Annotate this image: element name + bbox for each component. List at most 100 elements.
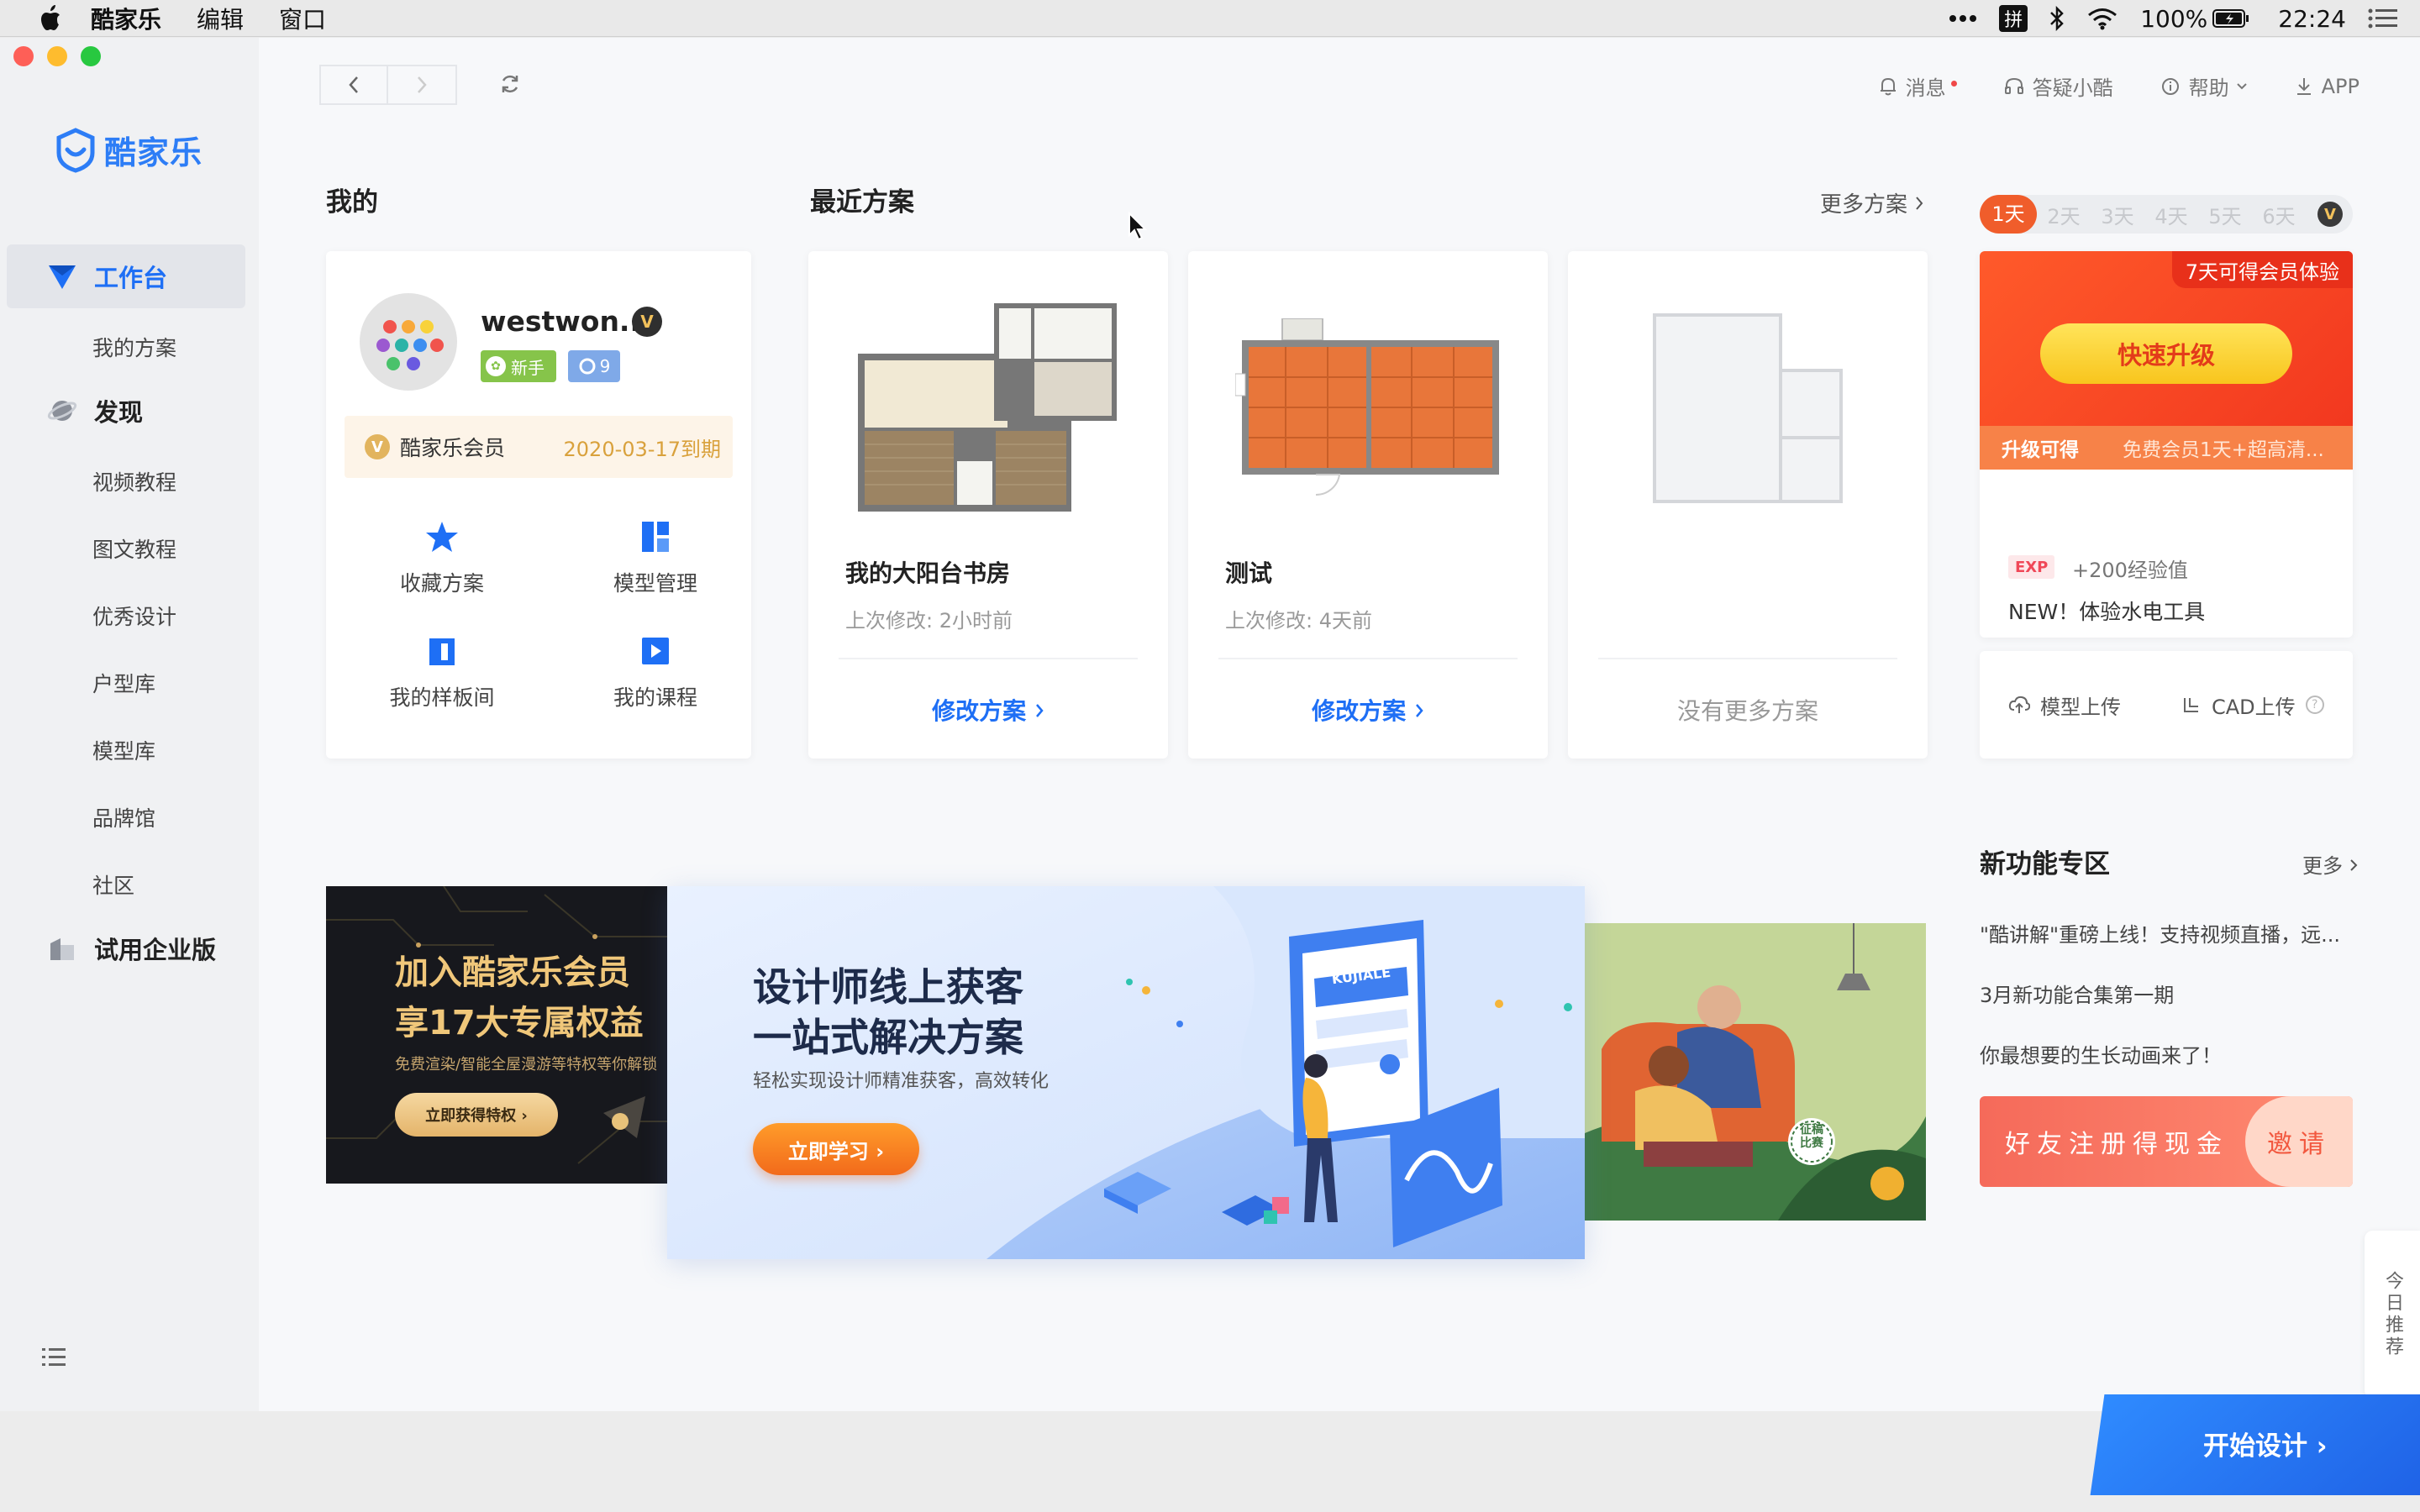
app-logo[interactable]: 酷家乐 bbox=[55, 127, 203, 173]
model-upload-button[interactable]: 模型上传 bbox=[2008, 690, 2121, 720]
newbie-label: 新手 bbox=[511, 357, 544, 378]
bottom-bar bbox=[0, 1411, 2420, 1512]
empty-plan-card: 没有更多方案 bbox=[1568, 251, 1928, 759]
avatar[interactable] bbox=[360, 293, 457, 391]
new-tool-link[interactable]: NEW！体验水电工具 bbox=[2008, 596, 2205, 626]
sidebar-item-workbench[interactable]: 工作台 bbox=[7, 244, 245, 308]
day-1[interactable]: 1天 bbox=[1980, 195, 2037, 234]
play-icon bbox=[642, 638, 669, 664]
quick-label: 我的课程 bbox=[613, 685, 697, 710]
kujiale-logo-icon bbox=[56, 127, 95, 173]
membership-bar[interactable]: V 酷家乐会员 2020-03-17到期 bbox=[345, 416, 733, 478]
minimize-window-button[interactable] bbox=[47, 46, 67, 66]
todays-picks-tab[interactable]: 今日推荐 bbox=[2365, 1231, 2420, 1399]
help-question-icon[interactable]: ? bbox=[2305, 696, 2324, 714]
sidebar-item-my-plans[interactable]: 我的方案 bbox=[92, 332, 176, 362]
menu-bar: 酷家乐 编辑 窗口 拼 100% 22:24 bbox=[0, 0, 2420, 37]
wifi-icon[interactable] bbox=[2086, 7, 2118, 30]
close-window-button[interactable] bbox=[13, 46, 34, 66]
notification-center-icon[interactable] bbox=[2368, 8, 2398, 29]
model-management-button[interactable]: 模型管理 bbox=[571, 518, 739, 597]
sidebar-item-label: 试用企业版 bbox=[94, 936, 217, 964]
edit-plan-button[interactable]: 修改方案 bbox=[808, 693, 1168, 727]
sidebar-item-model-library[interactable]: 模型库 bbox=[92, 735, 155, 765]
plan-modified-time: 上次修改: 4天前 bbox=[1225, 609, 1372, 633]
promo-benefits-strip: 升级可得 免费会员1天+超高清... bbox=[1980, 426, 2353, 470]
logo-text: 酷家乐 bbox=[104, 134, 203, 171]
sidebar-item-featured-designs[interactable]: 优秀设计 bbox=[92, 601, 176, 631]
username[interactable]: westwon... bbox=[481, 305, 651, 338]
designer-leads-banner[interactable]: KUJIALE 设计师线上获客 一站式解决方案 轻松实现设计师精准获客，高效转化… bbox=[667, 886, 1585, 1259]
feature-item[interactable]: 3月新功能合集第一期 bbox=[1980, 979, 2174, 1008]
invite-button[interactable]: 邀请 bbox=[2245, 1096, 2353, 1187]
cad-upload-button[interactable]: CAD上传 ? bbox=[2181, 690, 2324, 720]
more-dots-icon[interactable] bbox=[1949, 14, 1977, 23]
messages-button[interactable]: 消息 bbox=[1879, 71, 1957, 101]
plan-modified-time: 上次修改: 2小时前 bbox=[845, 609, 1013, 633]
edit-plan-button[interactable]: 修改方案 bbox=[1188, 693, 1548, 727]
history-nav bbox=[319, 65, 457, 105]
day-6[interactable]: 6天 bbox=[2252, 200, 2306, 229]
planet-icon bbox=[47, 401, 77, 421]
menu-edit[interactable]: 编辑 bbox=[197, 2, 244, 35]
chevron-right-icon bbox=[1415, 704, 1423, 717]
plan-card[interactable]: 测试 上次修改: 4天前 修改方案 bbox=[1188, 251, 1548, 759]
sidebar-item-floorplan-library[interactable]: 户型库 bbox=[92, 668, 155, 698]
new-features-more-link[interactable]: 更多 bbox=[2302, 849, 2358, 879]
benefit-text: 免费会员1天+超高清... bbox=[2123, 439, 2324, 461]
help-dropdown[interactable]: 帮助 bbox=[2160, 71, 2248, 101]
quick-upgrade-button[interactable]: 快速升级 bbox=[2040, 323, 2292, 384]
sidebar-item-enterprise-trial[interactable]: 试用企业版 bbox=[7, 916, 245, 980]
empty-floorplan-icon bbox=[1653, 313, 1843, 503]
contest-stamp-label: 征稿比赛 bbox=[1800, 1123, 1823, 1150]
battery-icon[interactable] bbox=[2212, 8, 2249, 29]
clock[interactable]: 22:24 bbox=[2278, 5, 2346, 33]
feature-item[interactable]: 你最想要的生长动画来了！ bbox=[1980, 1039, 2222, 1068]
membership-promo-card: 7天可得会员体验 快速升级 升级可得 免费会员1天+超高清... EXP +20… bbox=[1980, 251, 2353, 638]
apple-icon[interactable] bbox=[37, 4, 62, 33]
qa-label: 答疑小酷 bbox=[2032, 76, 2113, 100]
input-method-icon[interactable]: 拼 bbox=[1999, 5, 2028, 32]
showroom-button[interactable]: 我的样板间 bbox=[358, 633, 526, 711]
qa-assistant-button[interactable]: 答疑小酷 bbox=[2004, 71, 2113, 101]
sidebar-item-video-tutorials[interactable]: 视频教程 bbox=[92, 466, 176, 496]
favorites-button[interactable]: 收藏方案 bbox=[358, 518, 526, 597]
profile-card: westwon... V ✿ 新手 9 V 酷家乐会员 2020-03-17到期… bbox=[326, 251, 751, 759]
app-download-button[interactable]: APP bbox=[2295, 75, 2360, 98]
bluetooth-icon[interactable] bbox=[2049, 6, 2065, 31]
sidebar-item-brand-hall[interactable]: 品牌馆 bbox=[92, 802, 155, 832]
zoom-window-button[interactable] bbox=[81, 46, 101, 66]
contest-banner[interactable]: 征稿比赛 bbox=[1585, 923, 1926, 1221]
forward-button[interactable] bbox=[388, 65, 457, 105]
sidebar-item-discover[interactable]: 发现 bbox=[7, 379, 245, 443]
day-4[interactable]: 4天 bbox=[2144, 200, 2198, 229]
download-icon bbox=[2296, 77, 2311, 95]
banner-subtitle: 轻松实现设计师精准获客，高效转化 bbox=[753, 1071, 1050, 1092]
exp-tag: EXP bbox=[2008, 555, 2055, 579]
level-badge: 9 bbox=[568, 350, 620, 382]
day-3[interactable]: 3天 bbox=[2091, 200, 2144, 229]
membership-banner[interactable]: 加入酷家乐会员 享17大专属权益 免费渲染/智能全屋漫游等特权等你解锁 立即获得… bbox=[326, 886, 674, 1184]
back-button[interactable] bbox=[319, 65, 388, 105]
more-plans-link[interactable]: 更多方案 bbox=[1820, 187, 1924, 218]
day-2[interactable]: 2天 bbox=[2037, 200, 2091, 229]
day-5[interactable]: 5天 bbox=[2198, 200, 2252, 229]
invite-text: 好友注册得现金 bbox=[2005, 1130, 2228, 1159]
feature-item[interactable]: "酷讲解"重磅上线！支持视频直播，远... bbox=[1980, 918, 2340, 948]
list-menu-icon[interactable] bbox=[42, 1347, 66, 1368]
menu-app-name[interactable]: 酷家乐 bbox=[91, 2, 161, 35]
banner-title-line2: 一站式解决方案 bbox=[753, 1015, 1023, 1060]
help-label: 帮助 bbox=[2188, 76, 2229, 100]
sidebar-item-article-tutorials[interactable]: 图文教程 bbox=[92, 533, 176, 564]
learn-now-button[interactable]: 立即学习 › bbox=[753, 1123, 919, 1175]
sidebar-item-community[interactable]: 社区 bbox=[92, 869, 134, 900]
menu-window[interactable]: 窗口 bbox=[279, 2, 326, 35]
get-privileges-button[interactable]: 立即获得特权 › bbox=[395, 1093, 558, 1137]
contest-illustration bbox=[1585, 923, 1926, 1221]
invite-friends-banner[interactable]: 好友注册得现金 邀请 bbox=[1980, 1096, 2353, 1187]
my-courses-button[interactable]: 我的课程 bbox=[571, 633, 739, 711]
level-value: 9 bbox=[599, 356, 611, 376]
plan-card[interactable]: 我的大阳台书房 上次修改: 2小时前 修改方案 bbox=[808, 251, 1168, 759]
refresh-icon[interactable] bbox=[499, 73, 521, 95]
workbench-icon bbox=[49, 265, 76, 289]
